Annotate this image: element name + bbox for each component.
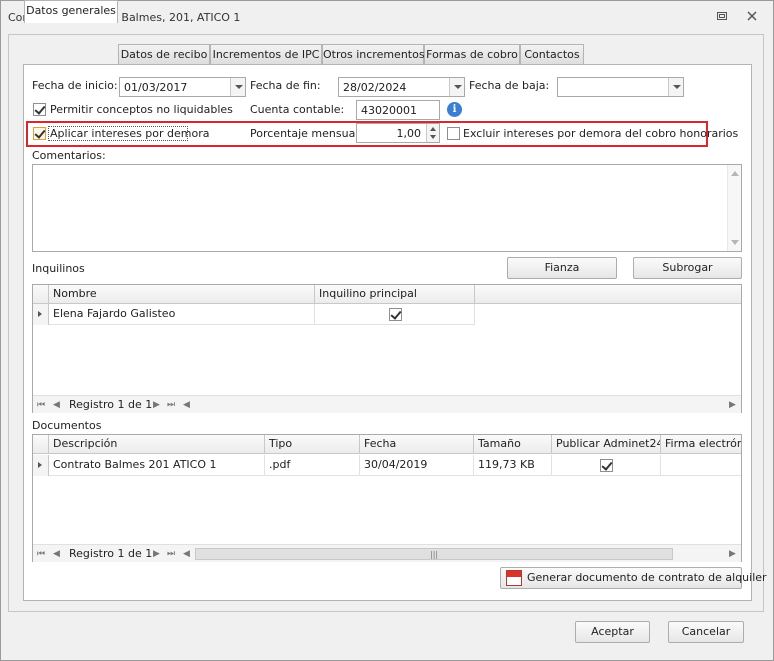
cuenta-contable-input[interactable]: 43020001 — [356, 100, 440, 120]
row-indicator — [33, 455, 49, 476]
inquilinos-grid-header: Nombre Inquilino principal — [33, 285, 741, 304]
fecha-baja-dropdown-icon[interactable] — [668, 78, 683, 96]
fecha-inicio-label: Fecha de inicio: — [32, 79, 118, 92]
nav-next-icon[interactable]: ▶ — [153, 400, 160, 410]
col-tamano[interactable]: Tamaño — [474, 435, 552, 454]
excluir-intereses-checkbox[interactable] — [447, 127, 460, 140]
col-firma[interactable]: Firma electrónica — [661, 435, 741, 454]
documentos-grid: Descripción Tipo Fecha Tamaño Publicar A… — [32, 434, 742, 562]
cell-fecha[interactable]: 30/04/2019 — [360, 455, 474, 476]
cancelar-button[interactable]: Cancelar — [668, 621, 744, 643]
cell-publicar[interactable] — [552, 455, 661, 476]
info-icon[interactable]: i — [447, 102, 462, 117]
nav-last-icon[interactable]: ⏭ — [167, 549, 175, 559]
inquilinos-navigator: ⏮ ◀ Registro 1 de 1 ▶ ⏭ ◀ ▶ — [33, 395, 741, 413]
nav-first-icon[interactable]: ⏮ — [37, 400, 45, 410]
restore-icon[interactable] — [714, 10, 730, 26]
fecha-fin-value: 28/02/2024 — [343, 81, 407, 94]
tab-datos-generales[interactable]: Datos generales — [24, 0, 118, 23]
porcentaje-spinner[interactable] — [426, 124, 439, 142]
porcentaje-label: Porcentaje mensual: — [250, 127, 363, 140]
comentarios-textarea[interactable] — [32, 164, 742, 252]
nav-prev-icon[interactable]: ◀ — [53, 400, 60, 410]
fecha-baja-field[interactable] — [557, 77, 684, 97]
tab-datos-recibo[interactable]: Datos de recibo — [118, 44, 210, 65]
aplicar-intereses-label: Aplicar intereses por demora — [50, 127, 210, 140]
cuenta-contable-label: Cuenta contable: — [250, 103, 345, 116]
porcentaje-input[interactable]: 1,00 — [356, 123, 440, 143]
tab-incrementos-ipc[interactable]: Incrementos de IPC — [210, 44, 322, 65]
scroll-up-icon[interactable] — [731, 171, 739, 176]
cell-firma[interactable] — [661, 455, 741, 476]
fecha-baja-label: Fecha de baja: — [469, 79, 550, 92]
close-icon[interactable] — [744, 10, 760, 26]
tab-otros-incrementos[interactable]: Otros incrementos — [322, 44, 425, 65]
comentarios-scrollbar[interactable] — [727, 165, 741, 251]
table-row[interactable]: Contrato Balmes 201 ATICO 1 .pdf 30/04/2… — [33, 455, 741, 476]
aceptar-button[interactable]: Aceptar — [575, 621, 650, 643]
cell-tamano[interactable]: 119,73 KB — [474, 455, 552, 476]
fecha-fin-dropdown-icon[interactable] — [449, 78, 464, 96]
scroll-down-icon[interactable] — [731, 240, 739, 245]
header-indicator — [33, 285, 49, 304]
cell-descripcion[interactable]: Contrato Balmes 201 ATICO 1 — [49, 455, 265, 476]
table-row[interactable]: Elena Fajardo Galisteo — [33, 304, 475, 325]
col-publicar[interactable]: Publicar Adminet24H — [552, 435, 661, 454]
cuenta-contable-value: 43020001 — [361, 104, 417, 117]
fianza-button[interactable]: Fianza — [507, 257, 617, 279]
scroll-left-icon[interactable]: ◀ — [183, 400, 190, 410]
comentarios-label: Comentarios: — [32, 149, 106, 162]
documentos-navigator: ⏮ ◀ Registro 1 de 1 ▶ ⏭ ◀ ||| ▶ — [33, 544, 741, 562]
generar-documento-label: Generar documento de contrato de alquile… — [527, 571, 767, 584]
fecha-fin-field[interactable]: 28/02/2024 — [338, 77, 465, 97]
tab-formas-cobro[interactable]: Formas de cobro — [424, 44, 520, 65]
scroll-right-icon[interactable]: ▶ — [729, 400, 736, 410]
documentos-grid-header: Descripción Tipo Fecha Tamaño Publicar A… — [33, 435, 741, 454]
generar-documento-button[interactable]: Generar documento de contrato de alquile… — [500, 567, 767, 589]
aplicar-intereses-checkbox[interactable] — [33, 127, 46, 140]
porcentaje-value: 1,00 — [396, 127, 422, 140]
excluir-intereses-label: Excluir intereses por demora del cobro h… — [463, 127, 739, 140]
pdf-icon — [506, 570, 522, 586]
row-arrow-icon — [38, 462, 42, 468]
scroll-right-icon[interactable]: ▶ — [729, 549, 736, 559]
fecha-inicio-field[interactable]: 01/03/2017 — [119, 77, 246, 97]
col-inquilino-principal[interactable]: Inquilino principal — [315, 285, 475, 304]
permitir-label: Permitir conceptos no liquidables — [50, 103, 233, 116]
nav-last-icon[interactable]: ⏭ — [167, 400, 175, 410]
col-fecha[interactable]: Fecha — [360, 435, 474, 454]
col-tipo[interactable]: Tipo — [265, 435, 360, 454]
inquilinos-grid: Nombre Inquilino principal Elena Fajardo… — [32, 284, 742, 413]
scroll-left-icon[interactable]: ◀ — [183, 549, 190, 559]
documentos-label: Documentos — [32, 419, 102, 432]
scroll-grip-icon: ||| — [430, 550, 439, 559]
col-nombre[interactable]: Nombre — [49, 285, 315, 304]
row-indicator — [33, 304, 49, 325]
inquilinos-record-count: Registro 1 de 1 — [69, 398, 153, 411]
nav-first-icon[interactable]: ⏮ — [37, 549, 45, 559]
publicar-checkbox[interactable] — [600, 459, 613, 472]
fecha-inicio-value: 01/03/2017 — [124, 81, 188, 94]
horizontal-scrollbar-thumb[interactable]: ||| — [195, 548, 673, 560]
nav-next-icon[interactable]: ▶ — [153, 549, 160, 559]
cell-nombre[interactable]: Elena Fajardo Galisteo — [49, 304, 315, 325]
cell-tipo[interactable]: .pdf — [265, 455, 360, 476]
fecha-inicio-dropdown-icon[interactable] — [230, 78, 245, 96]
subrogar-button[interactable]: Subrogar — [633, 257, 742, 279]
row-arrow-icon — [38, 311, 42, 317]
header-indicator — [33, 435, 49, 454]
inquilino-principal-checkbox[interactable] — [389, 308, 402, 321]
documentos-record-count: Registro 1 de 1 — [69, 547, 153, 560]
fecha-fin-label: Fecha de fin: — [250, 79, 321, 92]
col-descripcion[interactable]: Descripción — [49, 435, 265, 454]
cell-inquilino-principal[interactable] — [315, 304, 475, 325]
inquilinos-label: Inquilinos — [32, 262, 85, 275]
nav-prev-icon[interactable]: ◀ — [53, 549, 60, 559]
permitir-checkbox[interactable] — [33, 103, 46, 116]
tab-contactos[interactable]: Contactos — [520, 44, 584, 65]
